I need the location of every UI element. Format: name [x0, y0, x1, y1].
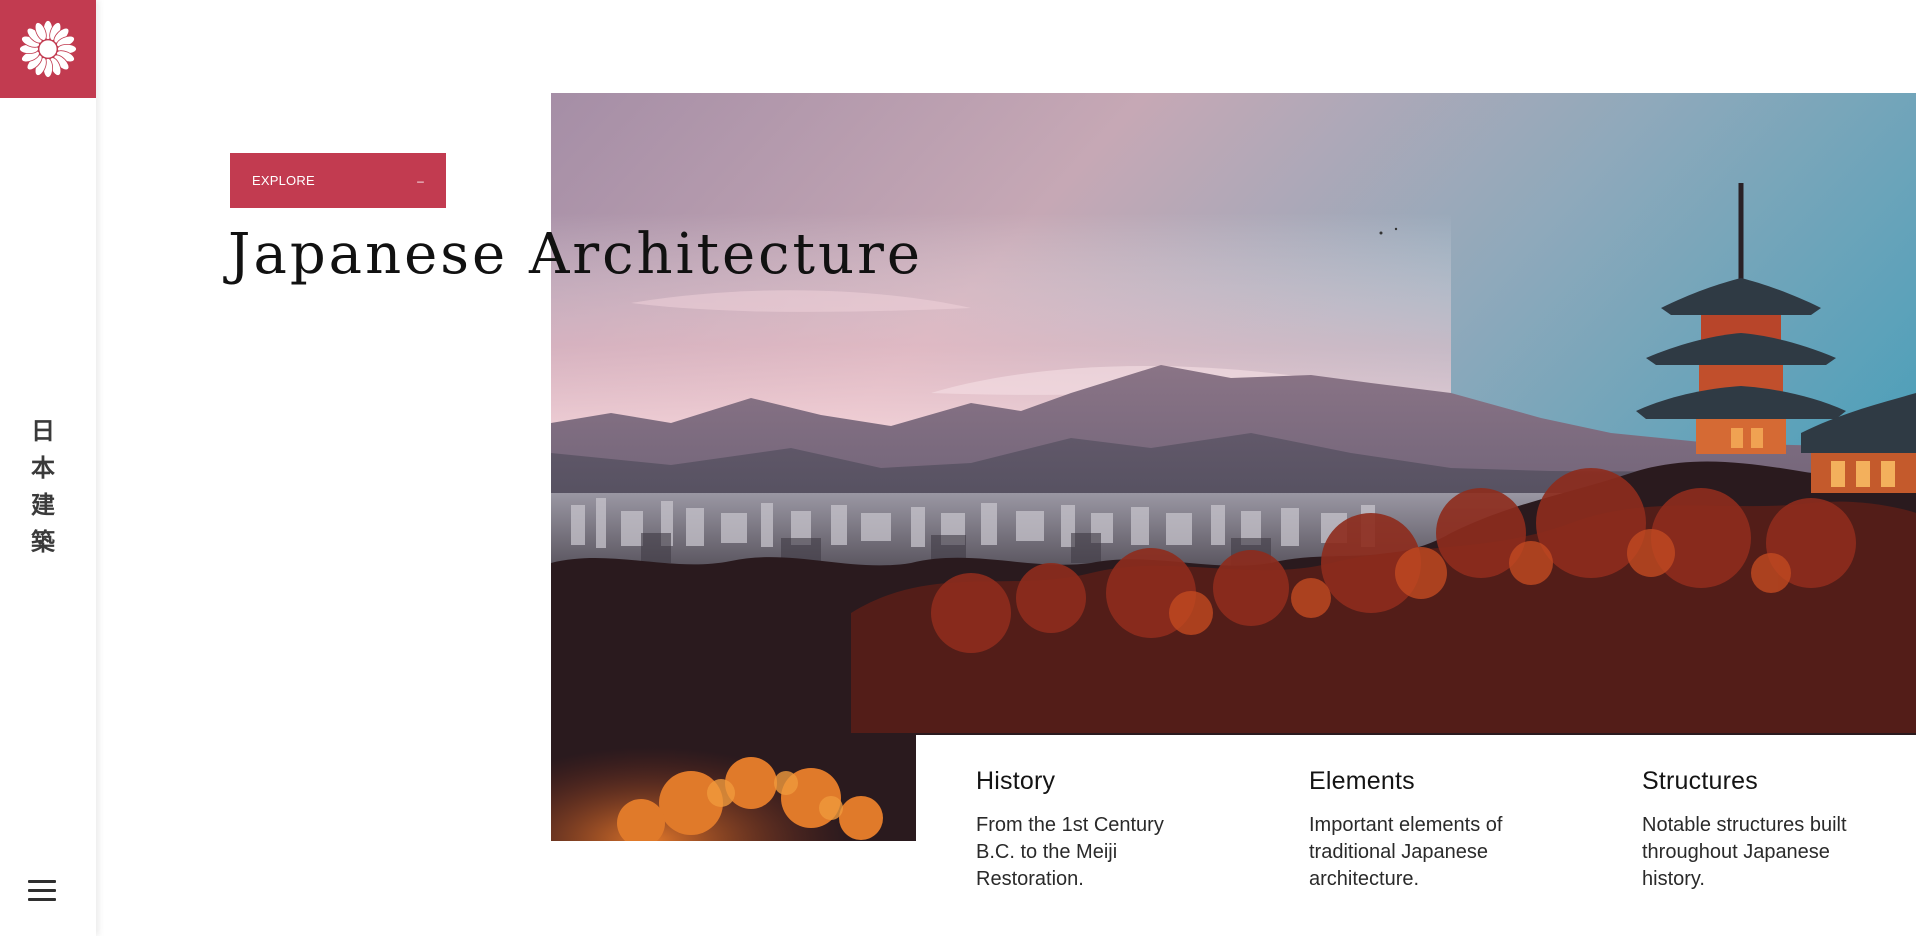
explore-button-label: EXPLORE [252, 173, 315, 188]
card-description: Important elements of traditional Japane… [1309, 814, 1503, 890]
chrysanthemum-crest-icon [19, 20, 77, 78]
history-card[interactable]: History From the 1st Century B.C. to the… [976, 767, 1236, 893]
card-description: Notable structures built throughout Japa… [1642, 814, 1847, 890]
page-title: Japanese Architecture [228, 222, 923, 287]
vertical-japanese-title: 日 本 建 築 [0, 412, 86, 560]
card-description: From the 1st Century B.C. to the Meiji R… [976, 814, 1164, 890]
card-title[interactable]: Elements [1309, 767, 1569, 796]
elements-card[interactable]: Elements Important elements of tradition… [1309, 767, 1569, 893]
card-title[interactable]: Structures [1642, 767, 1902, 796]
vertical-title-char: 築 [31, 527, 55, 556]
hero-landscape-image [551, 93, 1916, 841]
hamburger-menu-icon[interactable] [28, 878, 60, 904]
vertical-title-char: 建 [31, 490, 55, 519]
vertical-title-char: 日 [31, 416, 55, 445]
explore-button[interactable]: EXPLORE – [230, 153, 446, 208]
sidebar: 日 本 建 築 [0, 0, 96, 936]
vertical-title-char: 本 [31, 453, 55, 482]
page: 日 本 建 築 EXPLORE – Japanese Architecture … [0, 0, 1916, 936]
card-title[interactable]: History [976, 767, 1236, 796]
info-cards-panel: History From the 1st Century B.C. to the… [916, 735, 1916, 936]
structures-card[interactable]: Structures Notable structures built thro… [1642, 767, 1902, 893]
logo[interactable] [0, 0, 96, 98]
dash-icon: – [417, 173, 424, 188]
